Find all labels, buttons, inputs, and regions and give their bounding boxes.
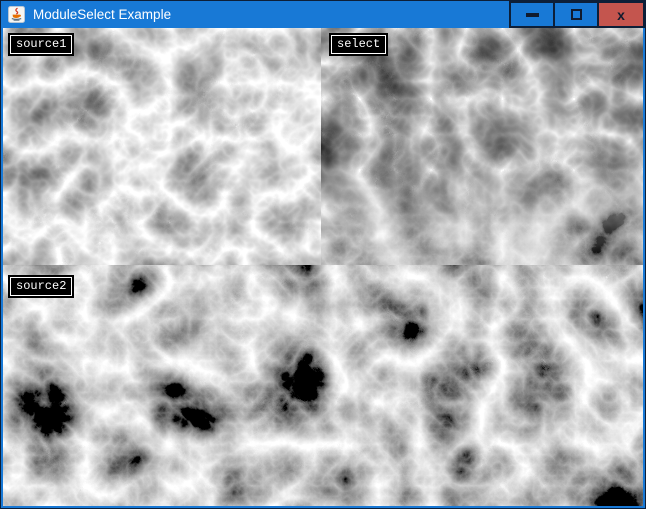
window-controls: x xyxy=(509,1,645,28)
app-window: ModuleSelect Example x xyxy=(0,0,646,509)
close-button[interactable]: x xyxy=(597,1,645,28)
maximize-button[interactable] xyxy=(553,1,599,28)
minimize-icon xyxy=(526,13,539,17)
titlebar[interactable]: ModuleSelect Example x xyxy=(1,1,645,28)
texture-source1 xyxy=(3,28,321,265)
label-select: select xyxy=(331,35,386,54)
noise-canvas xyxy=(3,28,643,506)
label-source2: source2 xyxy=(10,277,72,296)
render-canvas: source1 select source2 xyxy=(3,28,643,506)
texture-source2 xyxy=(3,265,643,506)
window-title: ModuleSelect Example xyxy=(33,1,171,28)
minimize-button[interactable] xyxy=(509,1,555,28)
java-coffee-cup-svg xyxy=(8,6,25,23)
close-icon: x xyxy=(617,8,625,22)
java-coffee-cup-icon xyxy=(8,6,25,23)
maximize-icon xyxy=(571,9,582,20)
texture-select-grain-blend xyxy=(321,146,643,266)
label-source1: source1 xyxy=(10,35,72,54)
